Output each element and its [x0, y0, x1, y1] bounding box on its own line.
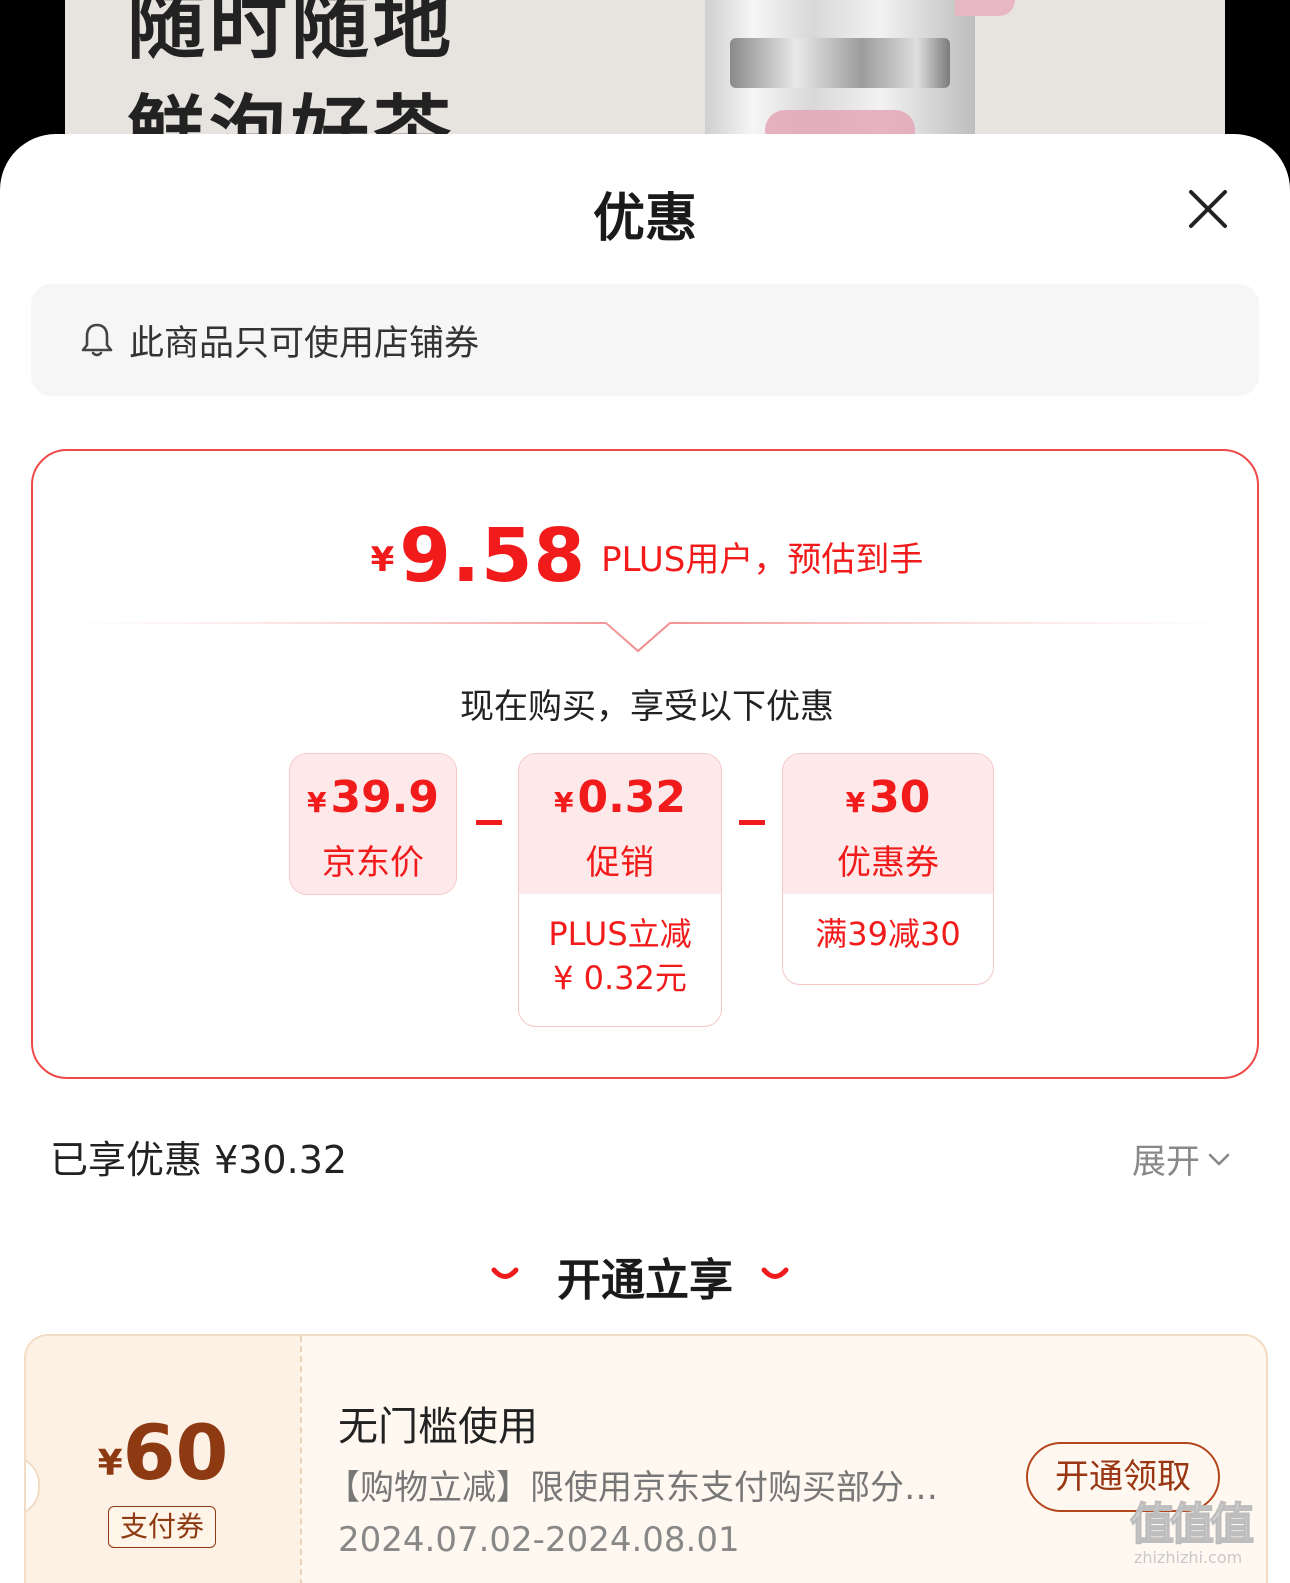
estimate-price: 9.58 — [399, 513, 587, 599]
price-cell-promo-detail: PLUS立减 ¥ 0.32元 — [519, 894, 721, 1000]
amount-value: 0.32 — [577, 772, 687, 823]
currency-symbol: ¥ — [553, 786, 574, 819]
coupon-description: 【购物立减】限使用京东支付购买部分… — [326, 1468, 938, 1508]
watermark-site: zhizhizhi.com — [1134, 1548, 1243, 1567]
smile-right-icon — [761, 1267, 789, 1279]
notice-text: 此商品只可使用店铺券 — [129, 323, 480, 364]
currency-symbol: ¥ — [845, 786, 866, 819]
expand-button[interactable]: 展开 — [1132, 1134, 1234, 1183]
coupon-type-tag: 支付券 — [108, 1506, 216, 1548]
amount-value: 39.9 — [330, 772, 440, 823]
price-cell-jd-label: 京东价 — [322, 843, 424, 883]
estimate-desc: PLUS用户，预估到手 — [601, 540, 924, 580]
coupon-separator — [300, 1336, 302, 1583]
minus-sign — [476, 820, 502, 825]
coupon-currency: ¥ — [97, 1443, 123, 1484]
coupon-value: 60 — [122, 1408, 229, 1497]
price-cell-jd: ¥39.9 京东价 — [289, 753, 457, 895]
promo-detail-line1: PLUS立减 — [548, 915, 692, 953]
estimate-card: ¥ 9.58 PLUS用户，预估到手 现在购买，享受以下优惠 ¥39.9 京东价 — [31, 449, 1259, 1079]
price-cell-jd-top: ¥39.9 京东价 — [290, 754, 456, 894]
price-cell-promo-label: 促销 — [586, 843, 654, 883]
open-section-title: 开通立享 — [557, 1255, 733, 1306]
price-cell-jd-amount: ¥39.9 — [290, 754, 456, 823]
price-cell-coupon: ¥30 优惠券 满39减30 — [782, 753, 994, 985]
estimate-currency: ¥ — [370, 540, 395, 580]
bottle-cap — [955, 0, 1015, 16]
pointer-divider — [53, 622, 1241, 653]
price-cell-promo-amount: ¥0.32 — [519, 754, 721, 823]
enjoyed-discount: 已享优惠 ¥30.32 — [50, 1138, 348, 1182]
coupon-validity: 2024.07.02-2024.08.01 — [338, 1520, 740, 1560]
bell-icon — [81, 323, 113, 357]
price-cell-coupon-detail: 满39减30 — [783, 894, 993, 956]
price-cell-promo-top: ¥0.32 促销 — [519, 754, 721, 894]
price-cell-coupon-amount: ¥30 — [783, 754, 993, 823]
discount-sheet: 优惠 此商品只可使用店铺券 ¥ 9.58 PLUS用户，预估到手 现在购买，享受… — [0, 134, 1290, 1583]
coupon-detail-line1: 满39减30 — [815, 915, 961, 953]
promo-detail-line2: ¥ 0.32元 — [553, 959, 687, 997]
sheet-title: 优惠 — [592, 189, 697, 249]
payment-coupon-card: ¥60 支付券 无门槛使用 【购物立减】限使用京东支付购买部分… 2024.07… — [24, 1334, 1268, 1583]
estimate-subtitle: 现在购买，享受以下优惠 — [460, 687, 834, 727]
estimate-price-row: ¥ 9.58 PLUS用户，预估到手 — [33, 513, 1261, 599]
expand-label: 展开 — [1132, 1142, 1200, 1182]
coupon-title: 无门槛使用 — [338, 1404, 538, 1450]
watermark-logo: 值值值 — [1129, 1498, 1255, 1551]
bottle-ring — [730, 38, 950, 88]
price-cell-promo: ¥0.32 促销 PLUS立减 ¥ 0.32元 — [518, 753, 722, 1027]
minus-sign — [739, 820, 765, 825]
coupon-amount: ¥60 — [26, 1408, 300, 1497]
coupon-left-panel: ¥60 支付券 — [26, 1336, 300, 1583]
banner-slogan-line1: 随时随地 — [127, 0, 456, 70]
amount-value: 30 — [869, 772, 931, 823]
price-cell-coupon-label: 优惠券 — [837, 843, 939, 883]
close-icon — [1189, 190, 1227, 228]
close-button[interactable] — [1185, 186, 1231, 232]
site-watermark: 值值值 zhizhizhi.com — [1129, 1488, 1280, 1578]
store-coupon-notice: 此商品只可使用店铺券 — [31, 284, 1259, 396]
chevron-down-icon — [1208, 1153, 1230, 1165]
price-cell-coupon-top: ¥30 优惠券 — [783, 754, 993, 894]
currency-symbol: ¥ — [306, 786, 327, 819]
